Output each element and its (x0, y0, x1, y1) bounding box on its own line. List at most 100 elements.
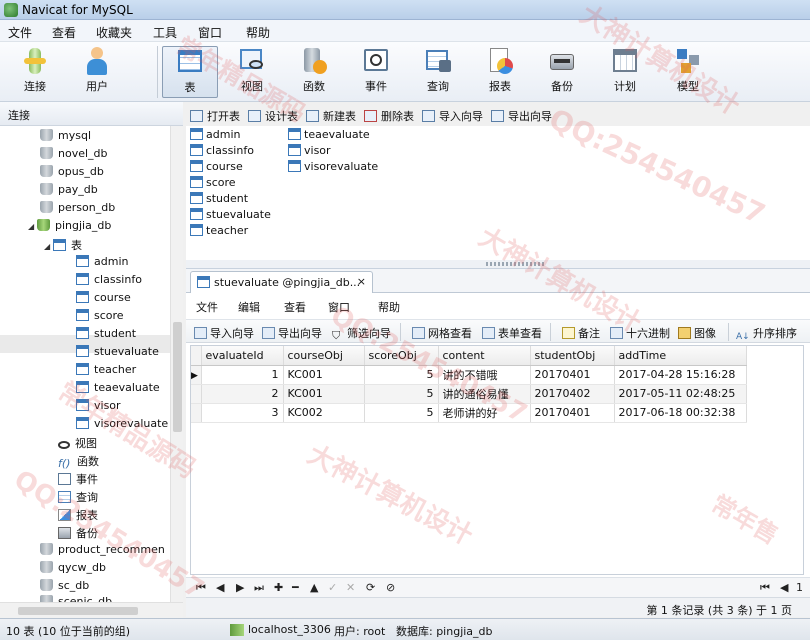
tree-vertical-scrollbar[interactable] (170, 126, 183, 602)
inner-menu-view[interactable]: 查看 (284, 299, 306, 315)
tree-db-scenic[interactable]: scenic_db (40, 595, 112, 602)
tree-events-node[interactable]: 事件 (58, 471, 98, 489)
tree-tables-node[interactable]: ◢ 表 (44, 237, 82, 255)
cell-evaluateId[interactable]: 2 (201, 384, 284, 404)
tree-horizontal-scrollbar[interactable] (0, 602, 183, 618)
toolbar-schedule-button[interactable]: 计划 (600, 46, 650, 98)
object-classinfo[interactable]: classinfo (190, 144, 254, 160)
cell-content[interactable]: 老师讲的好 (438, 403, 531, 423)
toolbar-model-button[interactable]: 模型 (663, 46, 713, 98)
column-header-evaluateId[interactable]: evaluateId (201, 346, 284, 366)
edit-record-icon[interactable]: ▲ (310, 581, 318, 594)
hex-button[interactable]: 十六进制 (610, 325, 670, 341)
cell-addTime[interactable]: 2017-05-11 02:48:25 (614, 384, 747, 404)
object-course[interactable]: course (190, 160, 243, 176)
table-row[interactable]: 2 KC001 5 讲的通俗易懂 20170402 2017-05-11 02:… (191, 384, 747, 404)
column-header-studentObj[interactable]: studentObj (530, 346, 615, 366)
cell-scoreObj[interactable]: 5 (364, 365, 439, 385)
import-wizard-button[interactable]: 导入向导 (422, 108, 483, 124)
tree-functions-node[interactable]: f() 函数 (58, 453, 99, 471)
tree-db-mysql[interactable]: mysql (40, 129, 91, 147)
table-row[interactable]: ▶ 1 KC001 5 讲的不错哦 20170401 2017-04-28 15… (191, 365, 747, 385)
toolbar-connection-button[interactable]: 连接 (10, 46, 60, 98)
cell-courseObj[interactable]: KC002 (283, 403, 365, 423)
menu-view[interactable]: 查看 (52, 24, 76, 41)
previous-record-icon[interactable]: ◀ (216, 581, 224, 594)
scrollbar-thumb[interactable] (18, 607, 138, 615)
tree-views-node[interactable]: 视图 (58, 435, 97, 453)
toolbar-backup-button[interactable]: 备份 (537, 46, 587, 98)
toolbar-query-button[interactable]: 查询 (413, 46, 463, 98)
cell-studentObj[interactable]: 20170401 (530, 403, 615, 423)
tree-db-pay[interactable]: pay_db (40, 183, 98, 201)
tree-table-teacher[interactable]: teacher (76, 363, 136, 381)
toolbar-function-button[interactable]: 函数 (289, 46, 339, 98)
table-row[interactable]: 3 KC002 5 老师讲的好 20170401 2017-06-18 00:3… (191, 403, 747, 423)
toolbar-report-button[interactable]: 报表 (475, 46, 525, 98)
object-visor[interactable]: visor (288, 144, 331, 160)
tree-queries-node[interactable]: 查询 (58, 489, 98, 507)
page-first-icon[interactable]: ⏮ (760, 581, 770, 595)
toolbar-table-button[interactable]: 表 (162, 46, 218, 98)
stop-icon[interactable]: ⊘ (386, 581, 395, 594)
splitter-grip-icon[interactable] (486, 262, 544, 266)
expand-arrow-icon[interactable]: ◢ (44, 242, 53, 251)
cell-content[interactable]: 讲的通俗易懂 (438, 384, 531, 404)
first-record-icon[interactable]: ⏮ (196, 581, 206, 595)
tree-db-product-recommen[interactable]: product_recommen (40, 543, 165, 561)
toolbar-view-button[interactable]: 视图 (227, 46, 277, 98)
tree-table-visorevaluate[interactable]: visorevaluate (76, 417, 168, 435)
menu-window[interactable]: 窗口 (198, 24, 222, 41)
inner-menu-file[interactable]: 文件 (196, 299, 218, 315)
apply-changes-icon[interactable]: ✓ (328, 581, 337, 594)
inner-menu-window[interactable]: 窗口 (328, 299, 350, 315)
tree-db-opus[interactable]: opus_db (40, 165, 104, 183)
tree-table-classinfo[interactable]: classinfo (76, 273, 142, 291)
column-header-scoreObj[interactable]: scoreObj (364, 346, 439, 366)
object-teacher[interactable]: teacher (190, 224, 248, 240)
page-previous-icon[interactable]: ◀ (780, 581, 788, 594)
pane-splitter[interactable] (186, 260, 810, 268)
tree-table-visor[interactable]: visor (76, 399, 121, 417)
next-record-icon[interactable]: ▶ (236, 581, 244, 594)
column-header-courseObj[interactable]: courseObj (283, 346, 365, 366)
delete-record-icon[interactable]: ━ (292, 581, 299, 594)
column-header-addTime[interactable]: addTime (614, 346, 747, 366)
filter-wizard-button[interactable]: ⛉ 筛选向导 (332, 325, 391, 342)
tree-db-pingjia[interactable]: ◢ pingjia_db (28, 219, 111, 237)
discard-changes-icon[interactable]: ✕ (346, 581, 355, 594)
object-stuevaluate[interactable]: stuevaluate (190, 208, 271, 224)
cell-studentObj[interactable]: 20170401 (530, 365, 615, 385)
object-visorevaluate[interactable]: visorevaluate (288, 160, 378, 176)
delete-table-button[interactable]: 删除表 (364, 108, 414, 124)
tree-table-stuevaluate[interactable]: stuevaluate (76, 345, 159, 363)
inner-menu-help[interactable]: 帮助 (378, 299, 400, 315)
cell-evaluateId[interactable]: 3 (201, 403, 284, 423)
inner-menu-edit[interactable]: 编辑 (238, 299, 260, 315)
cell-evaluateId[interactable]: 1 (201, 365, 284, 385)
cell-scoreObj[interactable]: 5 (364, 403, 439, 423)
cell-addTime[interactable]: 2017-06-18 00:32:38 (614, 403, 747, 423)
tree-table-teaevaluate[interactable]: teaevaluate (76, 381, 160, 399)
toolbar-user-button[interactable]: 用户 (72, 46, 122, 98)
cell-studentObj[interactable]: 20170402 (530, 384, 615, 404)
cell-addTime[interactable]: 2017-04-28 15:16:28 (614, 365, 747, 385)
cell-scoreObj[interactable]: 5 (364, 384, 439, 404)
open-table-button[interactable]: 打开表 (190, 108, 240, 124)
grid-view-button[interactable]: 网格查看 (412, 325, 472, 341)
tree-table-course[interactable]: course (76, 291, 131, 309)
tree-table-score[interactable]: score (76, 309, 124, 327)
refresh-icon[interactable]: ⟳ (366, 581, 375, 594)
tree-table-student[interactable]: student (76, 327, 136, 345)
export-wizard-button[interactable]: 导出向导 (262, 325, 322, 341)
tree-db-novel[interactable]: novel_db (40, 147, 108, 165)
menu-tools[interactable]: 工具 (153, 24, 177, 41)
tree-db-qycw[interactable]: qycw_db (40, 561, 106, 579)
tree-backups-node[interactable]: 备份 (58, 525, 98, 543)
scrollbar-thumb[interactable] (173, 322, 182, 432)
object-teaevaluate[interactable]: teaevaluate (288, 128, 370, 144)
tree-reports-node[interactable]: 报表 (58, 507, 98, 525)
tree-db-person[interactable]: person_db (40, 201, 115, 219)
add-record-icon[interactable]: ✚ (274, 581, 283, 594)
design-table-button[interactable]: 设计表 (248, 108, 298, 124)
